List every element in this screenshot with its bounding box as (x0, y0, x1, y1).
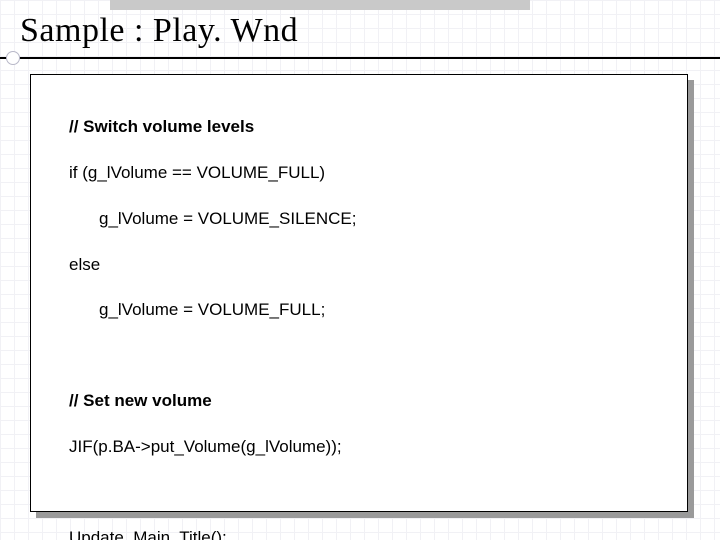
code-line: JIF(p.BA->put_Volume(g_lVolume)); (47, 436, 671, 459)
code-line: else (47, 254, 671, 277)
blank-line (47, 345, 671, 367)
code-line: g_lVolume = VOLUME_FULL; (47, 299, 671, 322)
code-panel: // Switch volume levels if (g_lVolume ==… (30, 74, 688, 512)
code-line: Update. Main. Title(); (47, 527, 671, 540)
code-line: g_lVolume = VOLUME_SILENCE; (47, 208, 671, 231)
code-line: // Switch volume levels (47, 116, 671, 139)
title-underline (0, 57, 720, 59)
code-line: // Set new volume (47, 390, 671, 413)
code-line: if (g_lVolume == VOLUME_FULL) (47, 162, 671, 185)
code-block: // Switch volume levels if (g_lVolume ==… (47, 93, 671, 540)
ring-decoration-icon (6, 51, 20, 65)
top-grey-strip (110, 0, 530, 10)
blank-line (47, 482, 671, 504)
slide-title: Sample : Play. Wnd (20, 12, 298, 50)
